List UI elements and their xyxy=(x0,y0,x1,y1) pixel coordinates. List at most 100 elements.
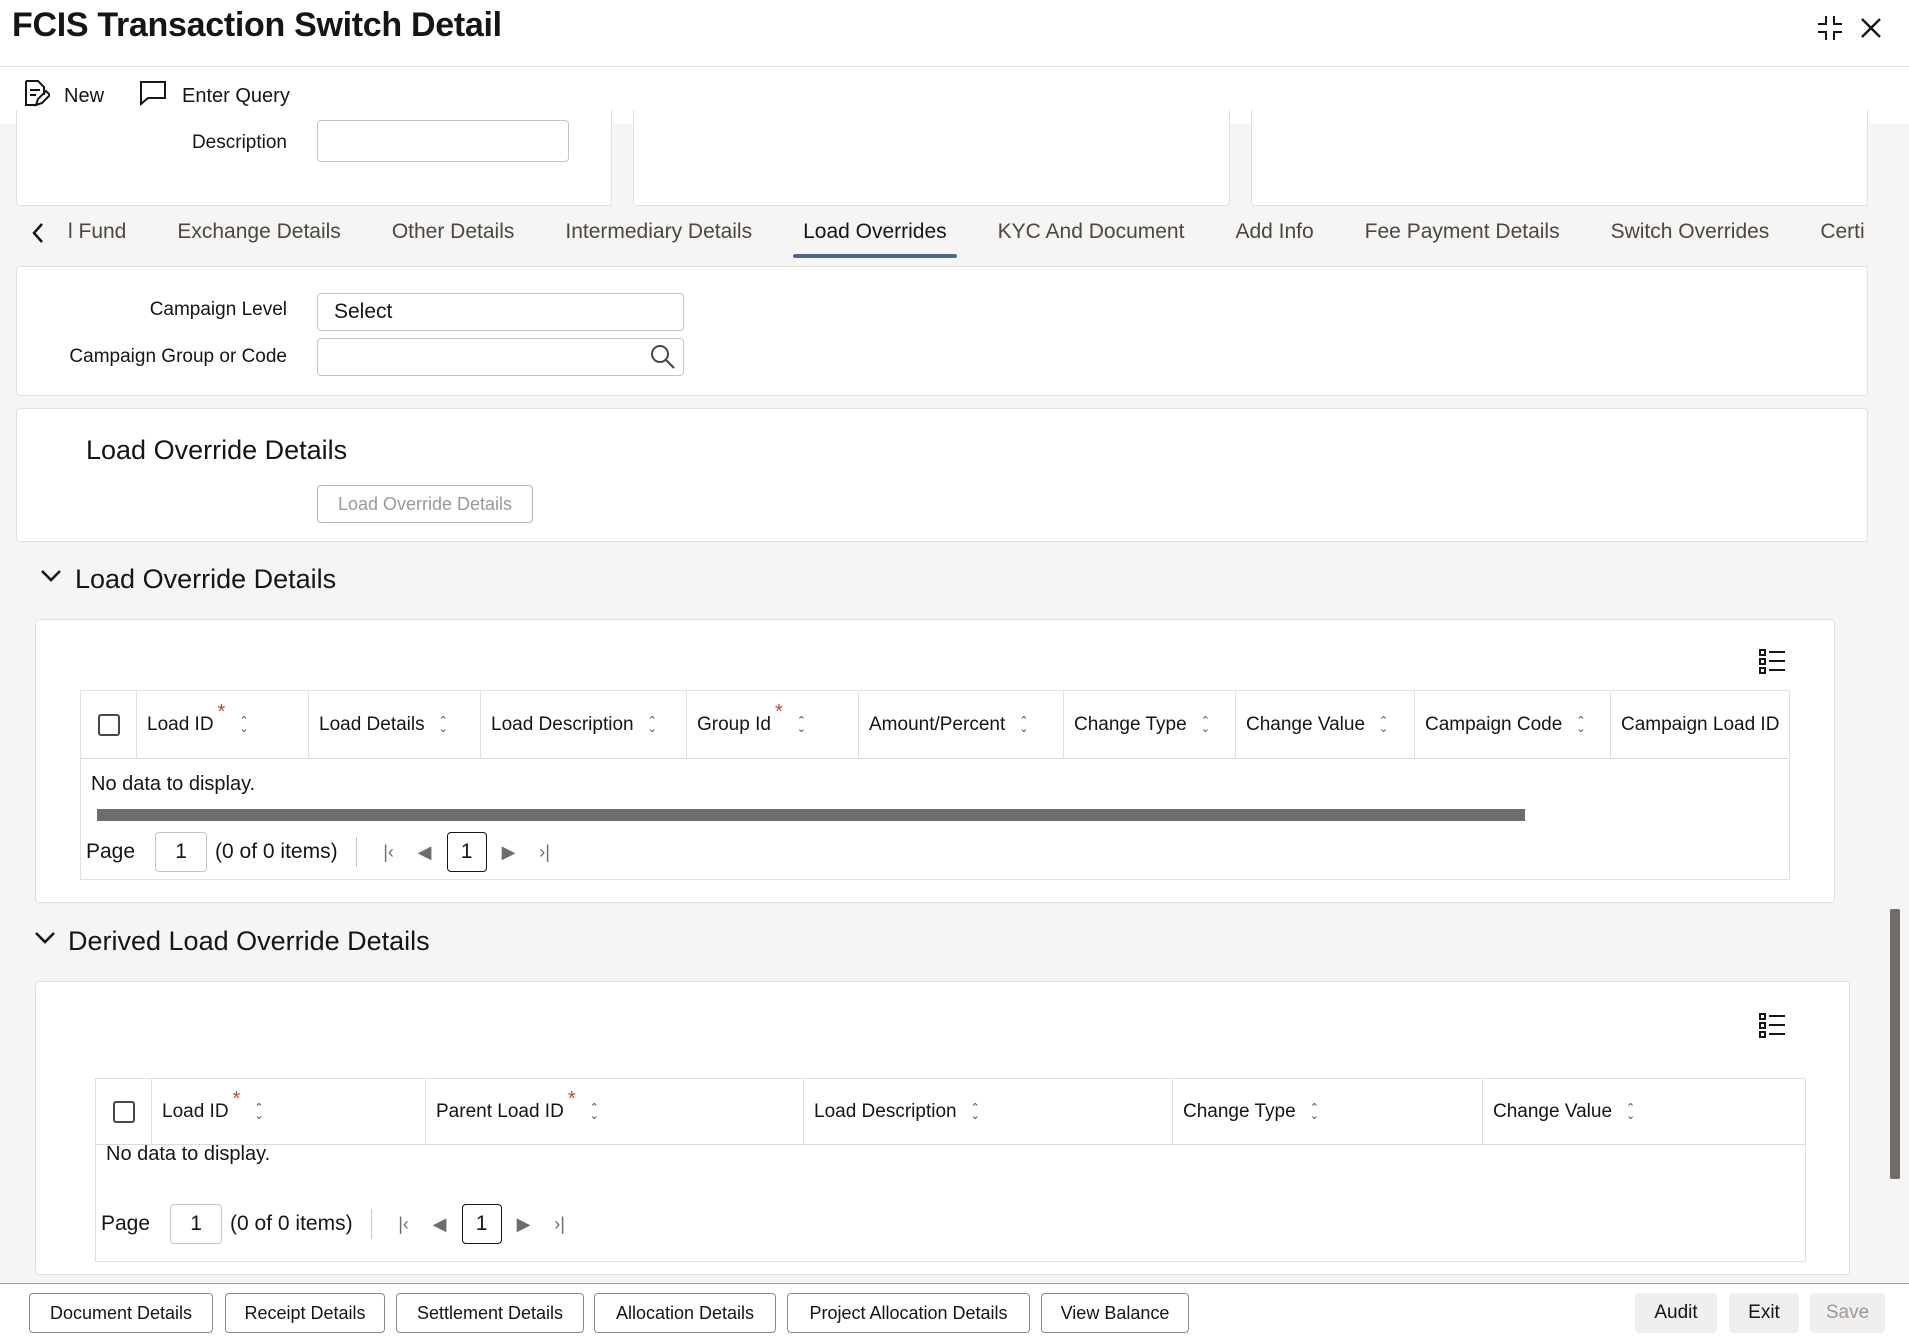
prev-page-icon[interactable]: ◀ xyxy=(426,1214,454,1235)
col-load-details[interactable]: Load Details ⌃ ⌄ xyxy=(309,691,481,758)
col-group-id[interactable]: Group Id * ⌃ ⌄ xyxy=(687,691,859,758)
tab-switch-overrides[interactable]: Switch Overrides xyxy=(1611,206,1770,258)
description-input[interactable] xyxy=(317,120,569,162)
header-divider xyxy=(0,66,1909,67)
first-page-icon[interactable]: |‹ xyxy=(390,1214,418,1235)
sort-icon[interactable]: ⌃ ⌄ xyxy=(1201,715,1210,734)
tab-other-details[interactable]: Other Details xyxy=(392,206,515,258)
sort-icon[interactable]: ⌃ ⌄ xyxy=(254,1102,263,1121)
vertical-scrollbar-thumb[interactable] xyxy=(1890,909,1900,1179)
tab-certi[interactable]: Certi xyxy=(1820,206,1864,258)
sort-icon[interactable]: ⌃ ⌄ xyxy=(1019,715,1028,734)
pager-divider xyxy=(370,1209,372,1239)
load-override-box: Load Override Details Load Override Deta… xyxy=(16,408,1868,542)
col-campaign-code[interactable]: Campaign Code ⌃ ⌄ xyxy=(1415,691,1611,758)
description-label: Description xyxy=(191,132,287,153)
next-page-icon[interactable]: ▶ xyxy=(495,842,523,863)
sort-icon[interactable]: ⌃ ⌄ xyxy=(1576,715,1585,734)
derived-items-count: (0 of 0 items) xyxy=(230,1212,353,1235)
sort-icon[interactable]: ⌃ ⌄ xyxy=(590,1102,599,1121)
derived-page-input[interactable]: 1 xyxy=(170,1204,223,1244)
page-title: FCIS Transaction Switch Detail xyxy=(12,6,502,44)
tab-kyc-and-document[interactable]: KYC And Document xyxy=(998,206,1185,258)
campaign-group-input[interactable] xyxy=(317,338,684,376)
header-panel-1: Description xyxy=(16,110,612,206)
search-icon[interactable] xyxy=(649,343,677,376)
col-derived-change-value-label: Change Value xyxy=(1493,1100,1613,1122)
col-derived-change-type[interactable]: Change Type ⌃ ⌄ xyxy=(1173,1079,1483,1144)
col-derived-load-id-label: Load ID xyxy=(162,1100,229,1122)
load-override-box-title: Load Override Details xyxy=(86,435,348,465)
current-page[interactable]: 1 xyxy=(446,832,487,872)
campaign-level-select[interactable]: Select xyxy=(317,293,684,331)
select-all-checkbox[interactable] xyxy=(97,713,120,736)
col-campaign-load-id[interactable]: Campaign Load ID xyxy=(1611,691,1789,758)
new-document-icon xyxy=(20,78,52,114)
last-page-icon[interactable]: ›| xyxy=(546,1214,574,1235)
col-change-value[interactable]: Change Value ⌃ ⌄ xyxy=(1236,691,1415,758)
allocation-details-button[interactable]: Allocation Details xyxy=(594,1293,776,1333)
sort-icon[interactable]: ⌃ ⌄ xyxy=(971,1102,980,1121)
settlement-details-button[interactable]: Settlement Details xyxy=(396,1293,584,1333)
exit-button[interactable]: Exit xyxy=(1729,1293,1799,1333)
project-allocation-details-button[interactable]: Project Allocation Details xyxy=(787,1293,1030,1333)
col-derived-load-description[interactable]: Load Description ⌃ ⌄ xyxy=(804,1079,1173,1144)
col-change-type[interactable]: Change Type ⌃ ⌄ xyxy=(1064,691,1236,758)
tab-exchange-details[interactable]: Exchange Details xyxy=(177,206,340,258)
col-load-details-label: Load Details xyxy=(319,713,425,735)
footer-divider xyxy=(0,1283,1909,1284)
save-button[interactable]: Save xyxy=(1810,1293,1885,1333)
col-derived-change-type-label: Change Type xyxy=(1183,1100,1296,1122)
close-icon[interactable] xyxy=(1853,10,1889,46)
first-page-icon[interactable]: |‹ xyxy=(375,842,403,863)
campaign-level-label: Campaign Level xyxy=(149,299,287,320)
col-amount-percent[interactable]: Amount/Percent ⌃ ⌄ xyxy=(859,691,1064,758)
col-load-description[interactable]: Load Description ⌃ ⌄ xyxy=(481,691,687,758)
load-override-collapse-icon[interactable] xyxy=(40,568,62,589)
tab-add-info[interactable]: Add Info xyxy=(1235,206,1313,258)
derived-select-all-checkbox[interactable] xyxy=(112,1100,135,1123)
last-page-icon[interactable]: ›| xyxy=(531,842,559,863)
page-input[interactable]: 1 xyxy=(155,832,208,872)
col-load-id[interactable]: Load ID * ⌃ ⌄ xyxy=(137,691,309,758)
col-derived-load-id[interactable]: Load ID * ⌃ ⌄ xyxy=(152,1079,426,1144)
sort-icon[interactable]: ⌃ ⌄ xyxy=(439,715,448,734)
view-balance-button[interactable]: View Balance xyxy=(1041,1293,1189,1333)
sort-icon[interactable]: ⌃ ⌄ xyxy=(1626,1102,1635,1121)
audit-button[interactable]: Audit xyxy=(1635,1293,1717,1333)
tab-fund[interactable]: l Fund xyxy=(68,206,126,258)
prev-page-icon[interactable]: ◀ xyxy=(411,842,439,863)
enter-query-label: Enter Query xyxy=(182,84,290,107)
collapse-icon[interactable] xyxy=(1812,10,1848,46)
derived-current-page[interactable]: 1 xyxy=(461,1204,502,1244)
load-override-pager: Page 1 (0 of 0 items) |‹ ◀ 1 ▶ ›| xyxy=(86,832,559,872)
scrollbar-thumb[interactable] xyxy=(97,809,1525,821)
derived-collapse-icon[interactable] xyxy=(34,930,56,951)
sort-icon[interactable]: ⌃ ⌄ xyxy=(648,715,657,734)
sort-icon[interactable]: ⌃ ⌄ xyxy=(1310,1102,1319,1121)
horizontal-scrollbar[interactable] xyxy=(85,809,1785,821)
col-campaign-load-id-label: Campaign Load ID xyxy=(1621,713,1780,735)
enter-query-button[interactable]: Enter Query xyxy=(138,79,290,113)
col-derived-change-value[interactable]: Change Value ⌃ ⌄ xyxy=(1483,1079,1805,1144)
sort-icon[interactable]: ⌃ ⌄ xyxy=(1379,715,1388,734)
required-asterisk: * xyxy=(217,701,226,723)
derived-page-label: Page xyxy=(101,1212,151,1235)
tab-load-overrides[interactable]: Load Overrides xyxy=(793,206,957,258)
sort-icon[interactable]: ⌃ ⌄ xyxy=(239,715,248,734)
tab-fee-payment-details[interactable]: Fee Payment Details xyxy=(1365,206,1560,258)
required-asterisk: * xyxy=(567,1088,576,1110)
load-override-details-button[interactable]: Load Override Details xyxy=(317,485,533,523)
document-details-button[interactable]: Document Details xyxy=(29,1293,213,1333)
derived-select-all-cell xyxy=(96,1079,152,1144)
column-list-icon[interactable] xyxy=(1757,646,1787,681)
sort-icon[interactable]: ⌃ ⌄ xyxy=(797,715,806,734)
next-page-icon[interactable]: ▶ xyxy=(510,1214,538,1235)
tab-intermediary-details[interactable]: Intermediary Details xyxy=(565,206,752,258)
col-parent-load-id[interactable]: Parent Load ID * ⌃ ⌄ xyxy=(426,1079,804,1144)
receipt-details-button[interactable]: Receipt Details xyxy=(225,1293,385,1333)
derived-column-list-icon[interactable] xyxy=(1757,1010,1787,1045)
vertical-scrollbar[interactable] xyxy=(1888,124,1902,1283)
new-button[interactable]: New xyxy=(20,78,104,114)
tab-scroll-left-icon[interactable] xyxy=(26,218,50,248)
